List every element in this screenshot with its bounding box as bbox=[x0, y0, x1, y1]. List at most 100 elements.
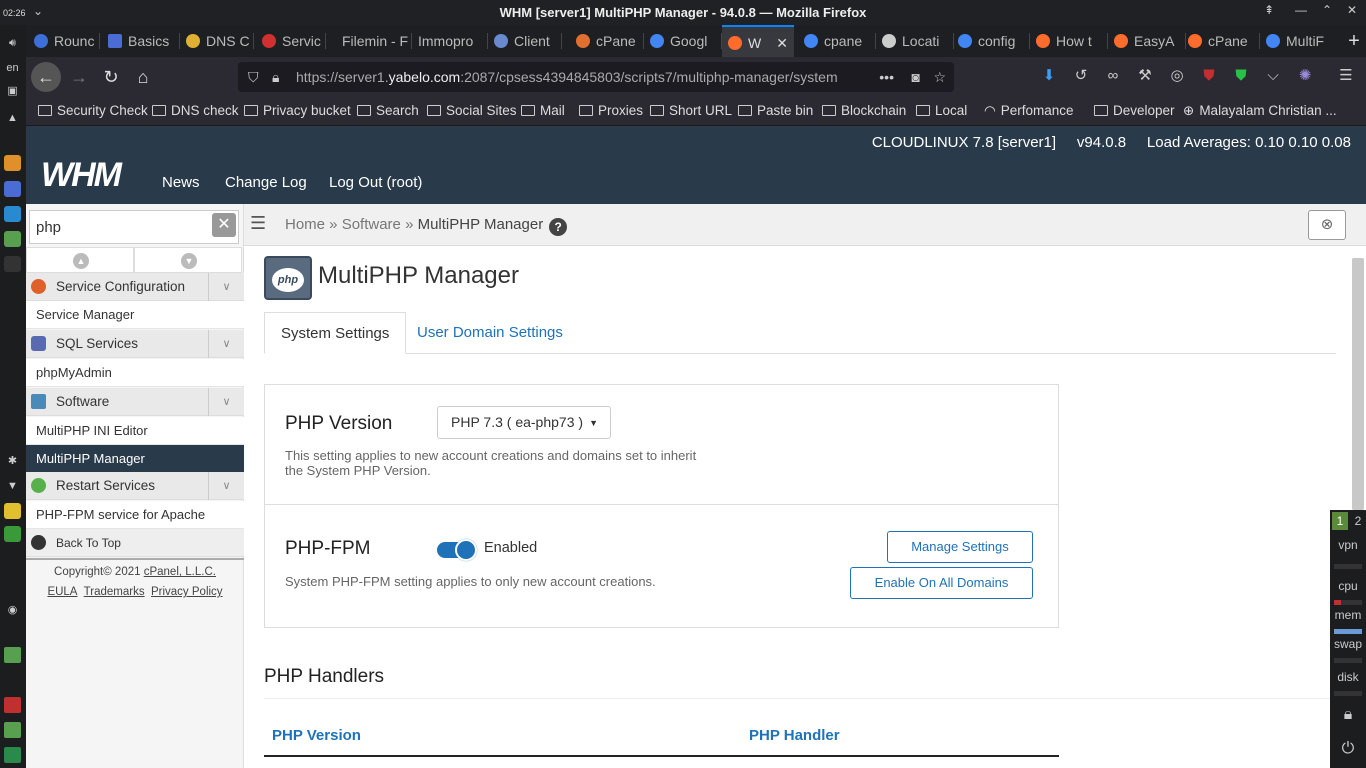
workspace-2[interactable]: 2 bbox=[1350, 512, 1366, 530]
restore-icon[interactable]: ⇞ bbox=[1264, 3, 1274, 17]
browser-tab[interactable]: Googl bbox=[650, 25, 722, 57]
bookmark-link[interactable]: ◠ Perfomance bbox=[984, 103, 1074, 119]
notes-icon[interactable] bbox=[4, 503, 21, 519]
skype-app-icon[interactable] bbox=[4, 206, 21, 222]
browser-tab[interactable]: Servic bbox=[262, 25, 326, 57]
logout-link[interactable]: Log Out (root) bbox=[329, 174, 422, 191]
column-header-php-handler[interactable]: PHP Handler bbox=[749, 727, 840, 744]
bookmark-folder[interactable]: Local bbox=[916, 103, 967, 118]
maximize-icon[interactable]: ⌃ bbox=[1322, 3, 1332, 17]
firefox-icon[interactable]: ◉ bbox=[4, 602, 21, 618]
minimize-icon[interactable]: — bbox=[1295, 3, 1307, 17]
sidebar-item-multiphp-ini-editor[interactable]: MultiPHP INI Editor bbox=[26, 417, 244, 445]
sidebar-item-php-fpm-service[interactable]: PHP-FPM service for Apache bbox=[26, 501, 244, 529]
changelog-link[interactable]: Change Log bbox=[225, 174, 307, 191]
home-icon[interactable]: ⌂ bbox=[128, 62, 158, 92]
browser-tab[interactable]: Immopro bbox=[418, 25, 488, 57]
browser-tab[interactable]: Filemin - F bbox=[342, 25, 412, 57]
search-input[interactable] bbox=[29, 210, 239, 244]
ublock-icon[interactable]: ⛊ bbox=[1199, 66, 1219, 86]
browser-tab[interactable]: Basics bbox=[108, 25, 180, 57]
browser-tab[interactable]: DNS C bbox=[186, 25, 254, 57]
bluetooth-icon[interactable]: ✱ bbox=[4, 453, 21, 469]
manage-settings-button[interactable]: Manage Settings bbox=[887, 531, 1033, 563]
url-bar[interactable]: ⛉ 🔒︎ https://server1.yabelo.com:2087/cps… bbox=[238, 62, 954, 92]
history-icon[interactable]: ↺ bbox=[1071, 66, 1091, 86]
help-icon[interactable]: ? bbox=[549, 218, 568, 236]
lock-icon[interactable]: 🔒︎ bbox=[1330, 706, 1366, 724]
bookmark-folder[interactable]: Social Sites bbox=[427, 103, 517, 118]
breadcrumb-home[interactable]: Home bbox=[285, 216, 325, 233]
sidebar-group-software[interactable]: Software ∨ bbox=[26, 388, 244, 416]
bookmark-folder[interactable]: Mail bbox=[521, 103, 565, 118]
tab-user-domain-settings[interactable]: User Domain Settings bbox=[401, 312, 579, 354]
back-to-top-link[interactable]: Back To Top bbox=[26, 529, 244, 557]
bookmark-folder[interactable]: Privacy bucket bbox=[244, 103, 351, 118]
whm-logo[interactable]: WHM bbox=[41, 156, 122, 195]
bookmark-folder[interactable]: Search bbox=[357, 103, 419, 118]
scroll-up-button[interactable]: ▲ bbox=[26, 247, 134, 273]
pocket-icon[interactable]: ◙ bbox=[912, 62, 920, 92]
page-actions-icon[interactable]: ••• bbox=[879, 62, 894, 92]
folder-icon[interactable] bbox=[4, 647, 21, 663]
breadcrumb-software[interactable]: Software bbox=[342, 216, 401, 233]
close-icon[interactable]: ✕ bbox=[1347, 3, 1357, 17]
column-header-php-version[interactable]: PHP Version bbox=[272, 727, 361, 744]
php-version-select[interactable]: PHP 7.3 ( ea-php73 ) ▼ bbox=[437, 406, 611, 439]
chevron-down-icon[interactable]: ∨ bbox=[208, 330, 244, 358]
lock-icon[interactable]: 🔒︎ bbox=[272, 62, 279, 92]
extension-icon[interactable]: ◎ bbox=[1167, 66, 1187, 86]
private-mask-icon[interactable]: ∞ bbox=[1103, 66, 1123, 86]
clear-search-icon[interactable]: ✕ bbox=[212, 213, 236, 237]
hamburger-menu-icon[interactable]: ☰ bbox=[1336, 66, 1356, 86]
browser-tab[interactable]: config bbox=[958, 25, 1030, 57]
page-scrollbar[interactable] bbox=[1352, 258, 1364, 510]
firefox-app-icon[interactable] bbox=[4, 155, 21, 171]
sidebar-group-service-configuration[interactable]: Service Configuration ∨ bbox=[26, 273, 244, 301]
news-link[interactable]: News bbox=[162, 174, 200, 191]
browser-tab[interactable]: cPane bbox=[1188, 25, 1260, 57]
bookmark-folder[interactable]: Short URL bbox=[650, 103, 732, 118]
sidebar-group-sql-services[interactable]: SQL Services ∨ bbox=[26, 330, 244, 358]
sidebar-item-service-manager[interactable]: Service Manager bbox=[26, 301, 244, 329]
chevron-down-icon[interactable]: ∨ bbox=[208, 273, 244, 301]
menu-toggle-icon[interactable]: ☰ bbox=[250, 213, 266, 234]
scroll-down-button[interactable]: ▼ bbox=[134, 247, 242, 273]
extension-icon[interactable]: ✺ bbox=[1295, 66, 1315, 86]
extension-shield-icon[interactable]: ⛊ bbox=[1231, 66, 1251, 86]
terminal-app-icon[interactable] bbox=[4, 256, 21, 272]
bookmark-folder[interactable]: Blockchain bbox=[822, 103, 906, 118]
forward-icon[interactable]: → bbox=[64, 62, 94, 92]
tools-icon[interactable]: ⚒ bbox=[1135, 66, 1155, 86]
download-icon[interactable]: ⬇ bbox=[1039, 66, 1059, 86]
back-icon[interactable]: ← bbox=[31, 62, 61, 92]
browser-tab[interactable]: cpane bbox=[804, 25, 876, 57]
browser-tab[interactable]: Client bbox=[494, 25, 562, 57]
file-manager-icon[interactable] bbox=[4, 722, 21, 738]
enable-all-domains-button[interactable]: Enable On All Domains bbox=[850, 567, 1033, 599]
tab-system-settings[interactable]: System Settings bbox=[264, 312, 407, 354]
files-app-icon[interactable] bbox=[4, 231, 21, 247]
wifi-icon[interactable]: ▼ bbox=[4, 478, 21, 494]
bookmark-star-icon[interactable]: ☆ bbox=[933, 62, 946, 92]
browser-tab[interactable]: How t bbox=[1036, 25, 1108, 57]
trademarks-link[interactable]: Trademarks bbox=[84, 586, 145, 598]
browser-tab[interactable]: EasyA bbox=[1114, 25, 1186, 57]
volume-icon[interactable]: 🔊︎ bbox=[4, 35, 21, 51]
sidebar-group-restart-services[interactable]: Restart Services ∨ bbox=[26, 472, 244, 500]
php-fpm-toggle[interactable] bbox=[437, 539, 477, 561]
power-icon[interactable]: ⏻ bbox=[1330, 740, 1366, 758]
bookmark-folder[interactable]: DNS check bbox=[152, 103, 239, 118]
browser-tab-active[interactable]: W ✕ bbox=[722, 25, 794, 57]
close-tab-icon[interactable]: ✕ bbox=[776, 27, 788, 57]
new-tab-icon[interactable]: + bbox=[1342, 25, 1366, 57]
chevron-down-icon[interactable]: ∨ bbox=[208, 388, 244, 416]
browser-tab[interactable]: Rounc bbox=[34, 25, 100, 57]
app-grid-icon[interactable] bbox=[4, 697, 21, 713]
company-link[interactable]: cPanel, L.L.C. bbox=[144, 566, 216, 578]
notification-icon[interactable]: ▲ bbox=[4, 110, 21, 126]
shield-icon[interactable] bbox=[4, 747, 21, 763]
bookmark-folder[interactable]: Proxies bbox=[579, 103, 643, 118]
clipboard-icon[interactable]: ▣ bbox=[4, 83, 21, 99]
eula-link[interactable]: EULA bbox=[47, 586, 77, 598]
